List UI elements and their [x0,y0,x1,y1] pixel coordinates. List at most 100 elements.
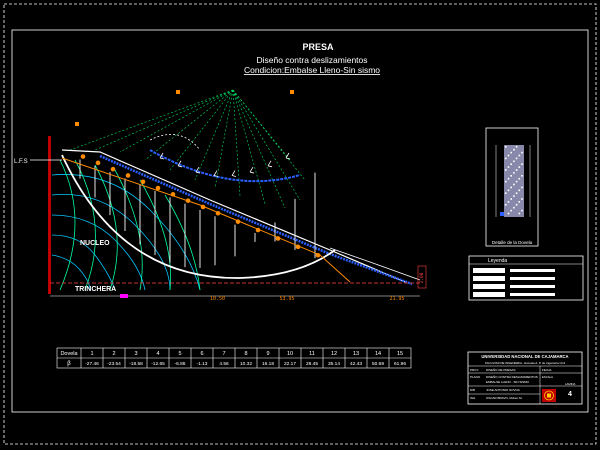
arc-tick [249,166,255,174]
arc-tick [267,160,273,168]
drawing-title: PRESA [302,42,334,52]
table-beta-value: -6.86 [175,361,186,367]
table-slice-number: 8 [244,351,247,357]
slice-point [185,198,191,203]
tb-reviewer-label: ING [470,396,476,400]
fan-radius [232,89,301,201]
legend-title: Leyenda [488,258,507,264]
tb-university: UNIVERSIDAD NACIONAL DE CAJAMARCA [481,354,568,359]
slice-point [80,154,86,159]
center-arc [149,133,201,151]
table-slice-number: 2 [112,351,115,357]
dim-mid: 53.95 [279,296,294,302]
table-slice-number: 15 [397,351,403,357]
tb-sheet-no: 4 [568,391,572,398]
tb-plan-label: PLANO [470,375,481,379]
slice-point [200,204,206,210]
downstream-toe [329,247,421,281]
center-marker-b [290,90,294,94]
table-beta-value: 35.14 [328,361,340,367]
table-slice-number: 3 [134,351,137,357]
legend-swatch [473,292,505,297]
cad-drawing-sheet[interactable]: PRESA Diseño contra deslizamientos Condi… [0,0,600,450]
table-row-label: β [67,361,71,367]
slice-point [255,227,261,233]
legend: Leyenda [468,255,584,301]
slip-circle [61,154,336,279]
legend-text-bar [510,277,555,280]
core-label: NUCLEO [80,240,110,247]
table-beta-value: -27.46 [85,361,99,367]
slice-point [295,244,301,250]
slice-point [95,160,101,166]
center-marker-c [75,122,79,126]
slice-point [275,236,281,241]
table-slice-number: 12 [331,351,337,357]
table-beta-value: -18.58 [129,361,143,367]
tb-author: JOSE ANTONIO NOVOA [486,388,520,392]
table-beta-value: 22.17 [284,361,296,367]
table-beta-value: -23.54 [107,361,121,367]
table-slice-number: 7 [222,351,225,357]
tb-plan-line2: EMBALSE LLENO - SIN SISMO [486,380,530,384]
slice-point [125,173,131,178]
legend-text-bar [510,293,555,296]
table-slice-number: 14 [375,351,381,357]
tb-plan-line1: DISEÑO CONTRA DESLIZAMIENTOS [486,374,538,379]
table-slice-number: 13 [353,351,359,357]
table-slice-number: 6 [200,351,203,357]
slice-point [170,192,176,197]
beta-table: Dovela β 1 -27.46 2 -23.54 3 -18.58 4 -12.65 5 -6.8… [56,347,412,369]
tb-project-label: PROY. [470,368,479,372]
table-beta-value: 16.18 [262,361,274,367]
slice-point [110,166,116,172]
dim-right: 21.95 [389,296,404,302]
fan-radius [214,89,234,189]
side-tag: 2.00 [419,272,425,283]
phreatic-line [61,157,351,283]
table-beta-value: 50.69 [372,361,384,367]
slice-point [235,219,241,224]
fan-radius [144,89,234,161]
arc-tick [231,170,237,177]
slice-point [215,210,221,216]
table-beta-value: 28.45 [306,361,318,367]
fan-radius [94,89,234,151]
fan-radius [119,89,234,153]
table-beta-value: 4.56 [219,361,229,367]
table-slice-number: 4 [156,351,159,357]
legend-swatch [473,268,505,273]
fan-radius [169,89,234,171]
tb-scale-label: ESCALA [542,375,553,379]
drawing-subtitle: Diseño contra deslizamientos [256,55,367,65]
title-block: UNIVERSIDAD NACIONAL DE CAJAMARCA FACULT… [467,351,583,405]
slice-point [315,252,321,258]
legend-swatch [473,284,505,289]
table-beta-value: 10.32 [240,361,252,367]
slice-point [155,185,161,191]
legend-swatch [473,276,505,281]
tb-sheet-label: LAMINA [565,382,576,386]
tb-date-label: FECHA [542,368,552,372]
table-beta-value: -1.13 [197,361,208,367]
trial-arc [149,149,301,183]
fan-radius [232,89,291,161]
table-beta-value: 61.96 [394,361,406,367]
legend-text-bar [510,285,555,288]
table-slice-number: 1 [90,351,93,357]
tb-faculty: FACULTAD DE INGENIERIA - Escuela A. P. d… [485,361,565,365]
table-slice-number: 11 [309,351,315,357]
tb-author-label: DIB [470,388,475,392]
legend-text-bar [510,269,555,272]
fan-radius [194,89,234,181]
fan-radius [69,89,234,151]
drawing-condition: Condicion:Embalse Lleno-Sin sismo [244,65,380,75]
table-beta-value: -12.65 [151,361,165,367]
slice-detail-graphic [495,145,531,217]
slice-point [140,179,146,185]
tb-project: DISEÑO DE PRESAS [486,367,516,372]
table-slice-number: 5 [178,351,181,357]
water-level-label: L.F.S [14,159,28,165]
detail-caption: Detalle de la Dovela [492,240,533,245]
table-slice-number: 10 [287,351,293,357]
